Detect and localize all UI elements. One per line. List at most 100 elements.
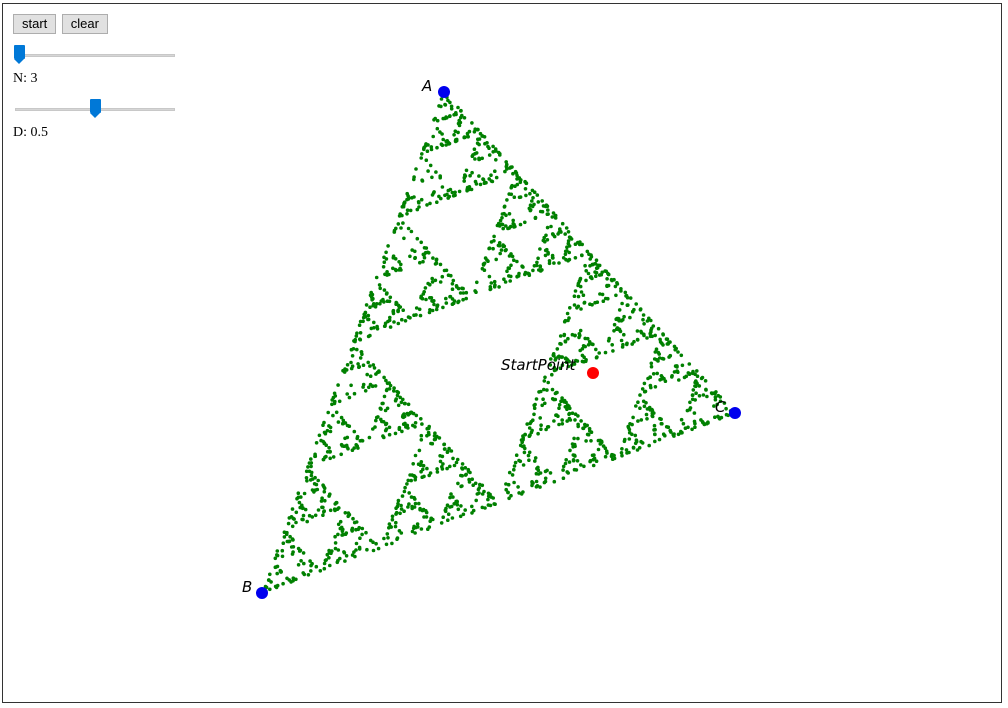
trace-point — [456, 481, 460, 486]
trace-point — [388, 383, 393, 388]
trace-point — [432, 118, 436, 122]
trace-point — [512, 467, 516, 472]
trace-point — [567, 411, 572, 416]
trace-point — [322, 561, 327, 566]
trace-point — [375, 302, 379, 306]
trace-point — [384, 250, 388, 255]
trace-point — [474, 151, 479, 155]
n-slider-thumb[interactable] — [14, 45, 25, 64]
trace-point — [275, 571, 280, 576]
trace-point — [626, 303, 630, 307]
trace-point — [397, 260, 401, 264]
trace-point — [286, 521, 291, 526]
trace-point — [576, 436, 580, 441]
d-slider[interactable] — [13, 99, 177, 121]
trace-point — [301, 513, 306, 518]
trace-point — [447, 194, 452, 199]
trace-point — [268, 587, 272, 592]
trace-point — [391, 256, 396, 260]
trace-point — [651, 324, 656, 328]
trace-point — [703, 379, 708, 383]
trace-point — [382, 375, 386, 380]
trace-point — [524, 193, 528, 198]
start-button[interactable]: start — [13, 14, 57, 34]
trace-point — [645, 336, 649, 340]
trace-point — [382, 255, 386, 260]
trace-point — [615, 281, 619, 285]
trace-point — [342, 551, 347, 555]
trace-point — [360, 439, 365, 443]
n-label-text: N: — [13, 71, 31, 86]
trace-point — [358, 337, 363, 342]
trace-point — [656, 350, 661, 355]
n-slider[interactable] — [13, 45, 177, 67]
trace-point — [380, 419, 384, 424]
trace-point — [338, 519, 343, 524]
trace-point — [653, 385, 658, 389]
trace-point — [546, 425, 551, 429]
trace-point — [410, 196, 414, 200]
trace-point — [538, 471, 543, 475]
trace-point — [384, 542, 389, 547]
d-slider-thumb[interactable] — [90, 99, 101, 118]
trace-point — [456, 300, 460, 305]
trace-point — [473, 289, 477, 293]
trace-point — [560, 221, 565, 226]
vertex-c-marker[interactable] — [729, 407, 741, 419]
trace-point — [346, 511, 351, 515]
trace-point — [588, 275, 593, 280]
trace-point — [285, 539, 290, 544]
trace-point — [517, 458, 521, 463]
trace-point — [435, 470, 440, 474]
trace-point — [496, 150, 501, 155]
trace-point — [393, 524, 398, 529]
trace-point — [552, 479, 557, 484]
trace-point — [515, 173, 519, 178]
trace-point — [489, 179, 494, 183]
vertex-b-marker[interactable] — [256, 587, 268, 599]
trace-point — [446, 512, 451, 516]
trace-point — [405, 212, 409, 216]
vertex-a-marker[interactable] — [438, 86, 450, 98]
trace-point — [656, 326, 661, 331]
trace-point — [451, 194, 456, 198]
trace-point — [274, 585, 279, 590]
trace-point — [542, 480, 547, 485]
start-point-marker[interactable] — [587, 367, 599, 379]
trace-point — [363, 311, 368, 315]
trace-point — [321, 423, 325, 428]
trace-point — [617, 308, 622, 312]
trace-point — [594, 270, 599, 275]
trace-point — [396, 498, 401, 503]
trace-point — [388, 524, 393, 529]
trace-point — [313, 475, 317, 480]
trace-point — [657, 437, 662, 442]
trace-point — [668, 353, 673, 358]
trace-point — [510, 183, 514, 188]
trace-point — [679, 429, 683, 434]
trace-point — [463, 173, 467, 177]
trace-point — [548, 471, 553, 475]
trace-point — [638, 307, 643, 311]
trace-point — [492, 234, 496, 239]
trace-point — [487, 246, 492, 250]
trace-point — [354, 527, 358, 532]
trace-point — [552, 261, 556, 265]
trace-point — [502, 205, 507, 209]
trace-point — [460, 484, 464, 488]
clear-button[interactable]: clear — [61, 14, 108, 34]
n-slider-track[interactable] — [15, 54, 175, 57]
trace-point — [687, 362, 692, 366]
trace-point — [676, 432, 681, 437]
trace-point — [349, 360, 353, 365]
trace-point — [647, 316, 651, 321]
trace-point — [337, 399, 342, 404]
trace-point — [523, 432, 527, 437]
trace-point — [296, 546, 301, 551]
trace-point — [673, 347, 677, 352]
trace-point — [339, 525, 344, 530]
trace-point — [489, 281, 494, 285]
trace-point — [301, 551, 306, 555]
trace-point — [418, 260, 422, 265]
trace-point — [624, 448, 629, 452]
